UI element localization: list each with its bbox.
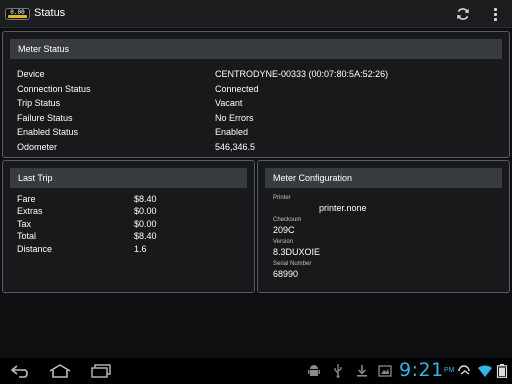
last-trip-header: Last Trip xyxy=(10,168,247,188)
row-label: Device xyxy=(17,69,45,79)
meter-status-header: Meter Status xyxy=(10,39,502,59)
version-value: 8.3DUXOIE xyxy=(273,247,321,257)
page-title: Status xyxy=(34,7,66,19)
status-row-connection: Connection Status Connected xyxy=(17,82,499,97)
refresh-button[interactable] xyxy=(455,6,471,22)
recent-apps-icon xyxy=(91,364,111,378)
printer-label: Printer xyxy=(273,195,291,201)
row-value: Connected xyxy=(215,83,259,94)
status-row-enabled: Enabled Status Enabled xyxy=(17,125,499,140)
status-row-odometer: Odometer 546,346.5 xyxy=(17,140,499,155)
usb-icon xyxy=(333,364,343,378)
checksum-value: 209C xyxy=(273,225,295,235)
refresh-icon xyxy=(457,8,469,20)
taxi-meter-app-icon[interactable]: 0.00 xyxy=(5,8,30,20)
overflow-dot xyxy=(493,17,497,21)
row-label: Odometer xyxy=(17,141,58,152)
row-value: $0.00 xyxy=(134,218,157,229)
overflow-dot xyxy=(493,7,497,11)
status-clock[interactable]: 9:21 xyxy=(399,359,444,381)
wifi-icon xyxy=(478,364,492,378)
meter-configuration-panel: Meter Configuration Printer printer.none… xyxy=(257,160,510,293)
action-bar: 0.00 Status xyxy=(0,0,512,28)
row-value: $8.40 xyxy=(134,231,157,242)
overflow-dot xyxy=(493,12,497,16)
overflow-menu-button[interactable] xyxy=(490,6,500,22)
checksum-label: Checksum xyxy=(273,217,302,223)
row-value: Enabled xyxy=(215,127,249,137)
row-value: Vacant xyxy=(215,98,243,108)
row-label: Trip Status xyxy=(17,98,61,108)
bluetooth-sync-icon xyxy=(458,364,472,378)
printer-value: printer.none xyxy=(319,203,367,213)
system-bar: 9:21 PM xyxy=(0,358,512,384)
meter-configuration-list: Printer printer.none Checksum 209C Versi… xyxy=(273,194,503,282)
download-icon xyxy=(356,364,368,378)
row-label: Total xyxy=(17,231,37,242)
meter-configuration-header: Meter Configuration xyxy=(265,168,502,188)
version-label: Version xyxy=(273,239,294,245)
status-row-failure: Failure Status No Errors xyxy=(17,111,499,126)
serial-number-value: 68990 xyxy=(273,269,299,279)
row-label: Tax xyxy=(17,218,32,229)
row-label: Enabled Status xyxy=(17,127,79,137)
serial-number-label: Serial Number xyxy=(273,261,312,267)
screenshot-icon xyxy=(378,364,392,378)
row-label: Extras xyxy=(17,206,43,217)
home-icon xyxy=(49,364,71,378)
row-value: 546,346.5 xyxy=(215,141,256,152)
trip-row-extras: Extras $0.00 xyxy=(17,205,248,217)
row-label: Distance xyxy=(17,243,53,254)
meter-status-list: Device CENTRODYNE-00333 (00:07:80:5A:52:… xyxy=(17,67,499,154)
android-debug-icon xyxy=(308,364,320,378)
row-value: 1.6 xyxy=(134,243,147,254)
trip-row-tax: Tax $0.00 xyxy=(17,218,248,230)
app-icon-lamp xyxy=(8,15,27,18)
row-value: CENTRODYNE-00333 (00:07:80:5A:52:26) xyxy=(215,69,389,79)
row-value: No Errors xyxy=(215,112,254,123)
status-row-device: Device CENTRODYNE-00333 (00:07:80:5A:52:… xyxy=(17,67,499,82)
last-trip-list: Fare $8.40 Extras $0.00 Tax $0.00 Total … xyxy=(17,193,248,255)
status-row-trip: Trip Status Vacant xyxy=(17,96,499,111)
row-label: Fare xyxy=(17,194,36,204)
row-label: Failure Status xyxy=(17,112,73,123)
row-value: $0.00 xyxy=(134,206,157,217)
row-value: $8.40 xyxy=(134,194,157,204)
last-trip-panel: Last Trip Fare $8.40 Extras $0.00 Tax $0… xyxy=(2,160,255,293)
trip-row-distance: Distance 1.6 xyxy=(17,243,248,255)
row-label: Connection Status xyxy=(17,83,91,94)
meter-status-panel: Meter Status Device CENTRODYNE-00333 (00… xyxy=(2,31,510,158)
trip-row-total: Total $8.40 xyxy=(17,230,248,242)
home-button[interactable] xyxy=(47,363,73,379)
back-button[interactable] xyxy=(9,363,33,379)
back-icon xyxy=(10,365,28,378)
status-clock-ampm: PM xyxy=(444,367,455,374)
trip-row-fare: Fare $8.40 xyxy=(17,193,248,205)
battery-icon xyxy=(496,364,508,378)
recent-apps-button[interactable] xyxy=(89,363,113,379)
